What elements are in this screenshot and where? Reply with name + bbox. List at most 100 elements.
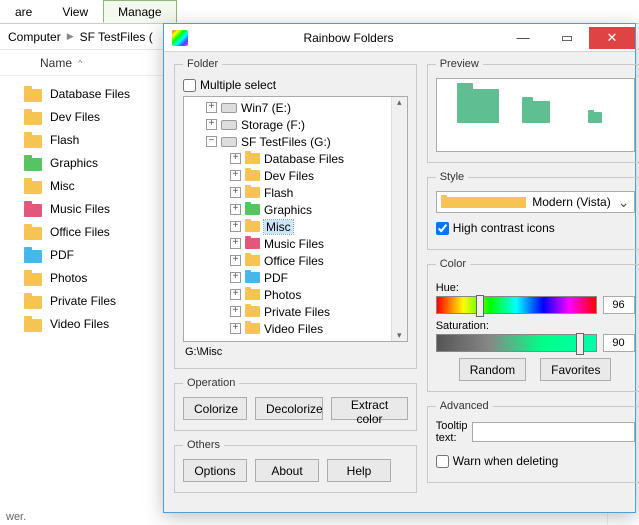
- preview-small-icon: [588, 107, 606, 123]
- close-button[interactable]: ✕: [589, 27, 635, 49]
- expand-icon[interactable]: +: [230, 289, 241, 300]
- operation-group: Operation Colorize Decolorize Extract co…: [174, 377, 417, 431]
- random-button[interactable]: Random: [459, 358, 526, 381]
- drive-icon: [221, 103, 237, 113]
- tree-folder[interactable]: +Misc: [184, 218, 407, 235]
- folder-icon: [441, 197, 527, 208]
- expand-icon[interactable]: +: [230, 187, 241, 198]
- expand-icon[interactable]: +: [230, 170, 241, 181]
- hue-label: Hue:: [436, 282, 635, 294]
- preview-medium-icon: [522, 107, 540, 123]
- warn-when-deleting-checkbox[interactable]: Warn when deleting: [436, 454, 635, 468]
- preview-group: Preview: [427, 58, 639, 163]
- folder-tree[interactable]: +Win7 (E:)+Storage (F:)−SF TestFiles (G:…: [183, 96, 408, 342]
- status-fragment: wer.: [0, 509, 32, 525]
- preview-large-icon: [457, 107, 475, 123]
- tree-folder[interactable]: +Graphics: [184, 201, 407, 218]
- hue-value[interactable]: 96: [603, 296, 635, 314]
- high-contrast-checkbox[interactable]: High contrast icons: [436, 221, 635, 235]
- collapse-icon[interactable]: −: [206, 136, 217, 147]
- multiple-select-checkbox[interactable]: Multiple select: [183, 78, 408, 92]
- tooltip-input[interactable]: [472, 422, 635, 442]
- folder-icon: [24, 132, 42, 148]
- item-label: Private Files: [50, 294, 116, 308]
- folder-icon: [245, 153, 260, 164]
- folder-icon: [245, 238, 260, 249]
- tree-folder[interactable]: +Private Files: [184, 303, 407, 320]
- tab-manage[interactable]: Manage: [103, 0, 176, 23]
- expand-icon[interactable]: +: [206, 119, 217, 130]
- folder-icon: [24, 155, 42, 171]
- options-button[interactable]: Options: [183, 459, 247, 482]
- tree-folder[interactable]: +Flash: [184, 184, 407, 201]
- item-label: Video Files: [50, 317, 109, 331]
- folder-icon: [245, 272, 260, 283]
- drive-icon: [221, 137, 237, 147]
- tree-folder[interactable]: +Dev Files: [184, 167, 407, 184]
- hue-slider[interactable]: [436, 296, 597, 314]
- chevron-right-icon: ▶: [67, 31, 74, 42]
- item-label: Dev Files: [50, 110, 100, 124]
- item-label: PDF: [50, 248, 74, 262]
- tab-view[interactable]: View: [47, 0, 103, 23]
- minimize-button[interactable]: —: [501, 27, 545, 49]
- advanced-group: Advanced Tooltip text: Warn when deletin…: [427, 400, 639, 483]
- folder-legend: Folder: [183, 58, 222, 70]
- folder-group: Folder Multiple select +Win7 (E:)+Storag…: [174, 58, 417, 369]
- decolorize-button[interactable]: Decolorize: [255, 397, 323, 420]
- maximize-button[interactable]: ▭: [545, 27, 589, 49]
- about-button[interactable]: About: [255, 459, 319, 482]
- folder-icon: [245, 289, 260, 300]
- tab-share[interactable]: are: [0, 0, 47, 23]
- expand-icon[interactable]: +: [230, 306, 241, 317]
- folder-icon: [24, 224, 42, 240]
- folder-icon: [245, 187, 260, 198]
- folder-icon: [24, 316, 42, 332]
- folder-icon: [24, 247, 42, 263]
- titlebar[interactable]: Rainbow Folders — ▭ ✕: [164, 24, 635, 52]
- crumb-folder[interactable]: SF TestFiles (: [80, 30, 153, 44]
- folder-icon: [24, 86, 42, 102]
- tree-drive[interactable]: +Storage (F:): [184, 116, 407, 133]
- expand-icon[interactable]: +: [230, 153, 241, 164]
- drive-icon: [221, 120, 237, 130]
- preview-area: [436, 78, 635, 152]
- expand-icon[interactable]: +: [206, 102, 217, 113]
- extract-color-button[interactable]: Extract color: [331, 397, 407, 420]
- tree-folder[interactable]: +Database Files: [184, 150, 407, 167]
- item-label: Misc: [50, 179, 75, 193]
- tree-folder[interactable]: +Photos: [184, 286, 407, 303]
- tree-folder[interactable]: +PDF: [184, 269, 407, 286]
- ribbon-tabs: are View Manage: [0, 0, 639, 24]
- tree-folder[interactable]: +Office Files: [184, 252, 407, 269]
- expand-icon[interactable]: +: [230, 255, 241, 266]
- help-button[interactable]: Help: [327, 459, 391, 482]
- saturation-slider[interactable]: [436, 334, 597, 352]
- folder-icon: [24, 109, 42, 125]
- tree-folder[interactable]: +Music Files: [184, 235, 407, 252]
- others-group: Others Options About Help: [174, 439, 417, 493]
- folder-icon: [245, 221, 260, 232]
- folder-icon: [24, 293, 42, 309]
- tree-drive[interactable]: −SF TestFiles (G:): [184, 133, 407, 150]
- tree-scrollbar[interactable]: [391, 97, 407, 341]
- tree-folder[interactable]: +Video Files: [184, 320, 407, 337]
- item-label: Flash: [50, 133, 79, 147]
- folder-icon: [245, 323, 260, 334]
- expand-icon[interactable]: +: [230, 323, 241, 334]
- favorites-button[interactable]: Favorites: [540, 358, 611, 381]
- folder-icon: [24, 270, 42, 286]
- saturation-value[interactable]: 90: [603, 334, 635, 352]
- expand-icon[interactable]: +: [230, 204, 241, 215]
- style-group: Style Modern (Vista) High contrast icons: [427, 171, 639, 250]
- item-label: Music Files: [50, 202, 110, 216]
- expand-icon[interactable]: +: [230, 238, 241, 249]
- style-select[interactable]: Modern (Vista): [436, 191, 635, 213]
- tree-drive[interactable]: +Win7 (E:): [184, 99, 407, 116]
- color-group: Color Hue: 96 Saturation: 90 Random Favo…: [427, 258, 639, 392]
- current-path: G:\Misc: [183, 342, 408, 358]
- expand-icon[interactable]: +: [230, 221, 241, 232]
- crumb-computer[interactable]: Computer: [8, 30, 61, 44]
- expand-icon[interactable]: +: [230, 272, 241, 283]
- colorize-button[interactable]: Colorize: [183, 397, 247, 420]
